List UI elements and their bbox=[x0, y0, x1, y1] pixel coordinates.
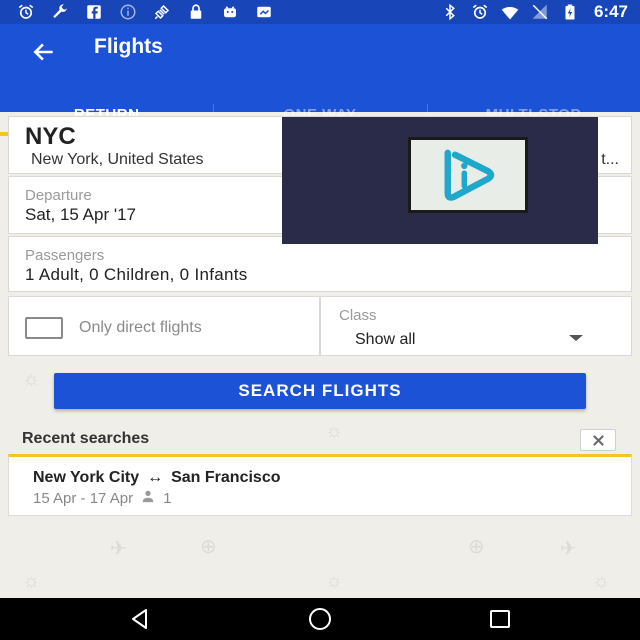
status-bar: 6:47 bbox=[0, 0, 640, 24]
nav-recents-button[interactable] bbox=[480, 604, 520, 634]
search-icon: ⊕ bbox=[200, 536, 217, 558]
bluetooth-icon bbox=[440, 2, 460, 22]
class-select[interactable]: Class Show all bbox=[320, 296, 632, 356]
person-icon bbox=[141, 489, 155, 507]
square-recents-icon bbox=[490, 610, 510, 628]
passengers-field[interactable]: Passengers 1 Adult, 0 Children, 0 Infant… bbox=[8, 236, 632, 292]
direct-flights-option[interactable]: Only direct flights bbox=[8, 296, 320, 356]
satellite-icon bbox=[152, 2, 172, 22]
alarm-icon bbox=[16, 2, 36, 22]
system-nav-bar bbox=[0, 598, 640, 640]
plane-icon: ✈ bbox=[560, 538, 577, 560]
app-logo-overlay bbox=[282, 117, 598, 244]
nav-back-button[interactable] bbox=[120, 604, 160, 634]
recent-dates: 15 Apr - 17 Apr bbox=[33, 489, 134, 507]
search-icon: ⊕ bbox=[468, 536, 485, 558]
circle-home-icon bbox=[309, 608, 331, 630]
destination-city: t... bbox=[601, 151, 619, 168]
departure-value: Sat, 15 Apr '17 bbox=[25, 205, 136, 224]
app-bar: Flights RETURN ONE WAY MULTI-STOP bbox=[0, 24, 640, 136]
battery-icon bbox=[560, 2, 580, 22]
clear-recent-button[interactable] bbox=[580, 429, 616, 451]
direct-flights-checkbox[interactable] bbox=[25, 317, 63, 339]
recent-passenger-count: 1 bbox=[163, 489, 172, 507]
recent-details: 15 Apr - 17 Apr 1 bbox=[33, 489, 171, 507]
passengers-value: 1 Adult, 0 Children, 0 Infants bbox=[25, 265, 248, 284]
facebook-icon bbox=[84, 2, 104, 22]
route-to: San Francisco bbox=[171, 469, 281, 486]
app-logo bbox=[408, 137, 528, 213]
departure-label: Departure bbox=[25, 187, 92, 204]
signal-icon bbox=[530, 2, 550, 22]
close-icon bbox=[592, 434, 604, 446]
class-label: Class bbox=[339, 307, 377, 324]
wrench-icon bbox=[50, 2, 70, 22]
origin-code: NYC bbox=[25, 123, 76, 150]
recent-search-item[interactable]: New York City ↔ San Francisco 15 Apr - 1… bbox=[8, 454, 632, 516]
nav-home-button[interactable] bbox=[300, 604, 340, 634]
sun-icon: ☼ bbox=[592, 570, 611, 592]
search-flights-button[interactable]: SEARCH FLIGHTS bbox=[54, 373, 586, 409]
sun-icon: ☼ bbox=[325, 570, 344, 592]
sun-icon: ☼ bbox=[22, 570, 41, 592]
back-button[interactable] bbox=[26, 34, 62, 70]
arrow-left-icon bbox=[33, 43, 53, 61]
route-from: New York City bbox=[33, 469, 140, 486]
lock-icon bbox=[186, 2, 206, 22]
play-logo-icon bbox=[444, 149, 495, 201]
route: New York City ↔ San Francisco bbox=[33, 469, 280, 487]
android-icon bbox=[220, 2, 240, 22]
triangle-back-icon bbox=[132, 609, 147, 629]
origin-city: New York, United States bbox=[31, 151, 204, 168]
class-value: Show all bbox=[355, 331, 416, 348]
plane-icon: ✈ bbox=[110, 538, 127, 560]
passengers-label: Passengers bbox=[25, 247, 105, 264]
info-icon bbox=[118, 2, 138, 22]
chat-icon bbox=[254, 2, 274, 22]
round-trip-arrow: ↔ bbox=[147, 469, 164, 486]
recent-searches-title: Recent searches bbox=[22, 430, 150, 447]
alarm-icon bbox=[470, 2, 490, 22]
sun-icon: ☼ bbox=[325, 420, 344, 442]
clock: 6:47 bbox=[593, 2, 628, 21]
direct-flights-label: Only direct flights bbox=[79, 319, 202, 336]
sun-icon: ☼ bbox=[22, 368, 41, 390]
wifi-icon bbox=[500, 2, 520, 22]
dropdown-arrow-icon bbox=[569, 335, 583, 341]
page-title: Flights bbox=[94, 35, 163, 58]
